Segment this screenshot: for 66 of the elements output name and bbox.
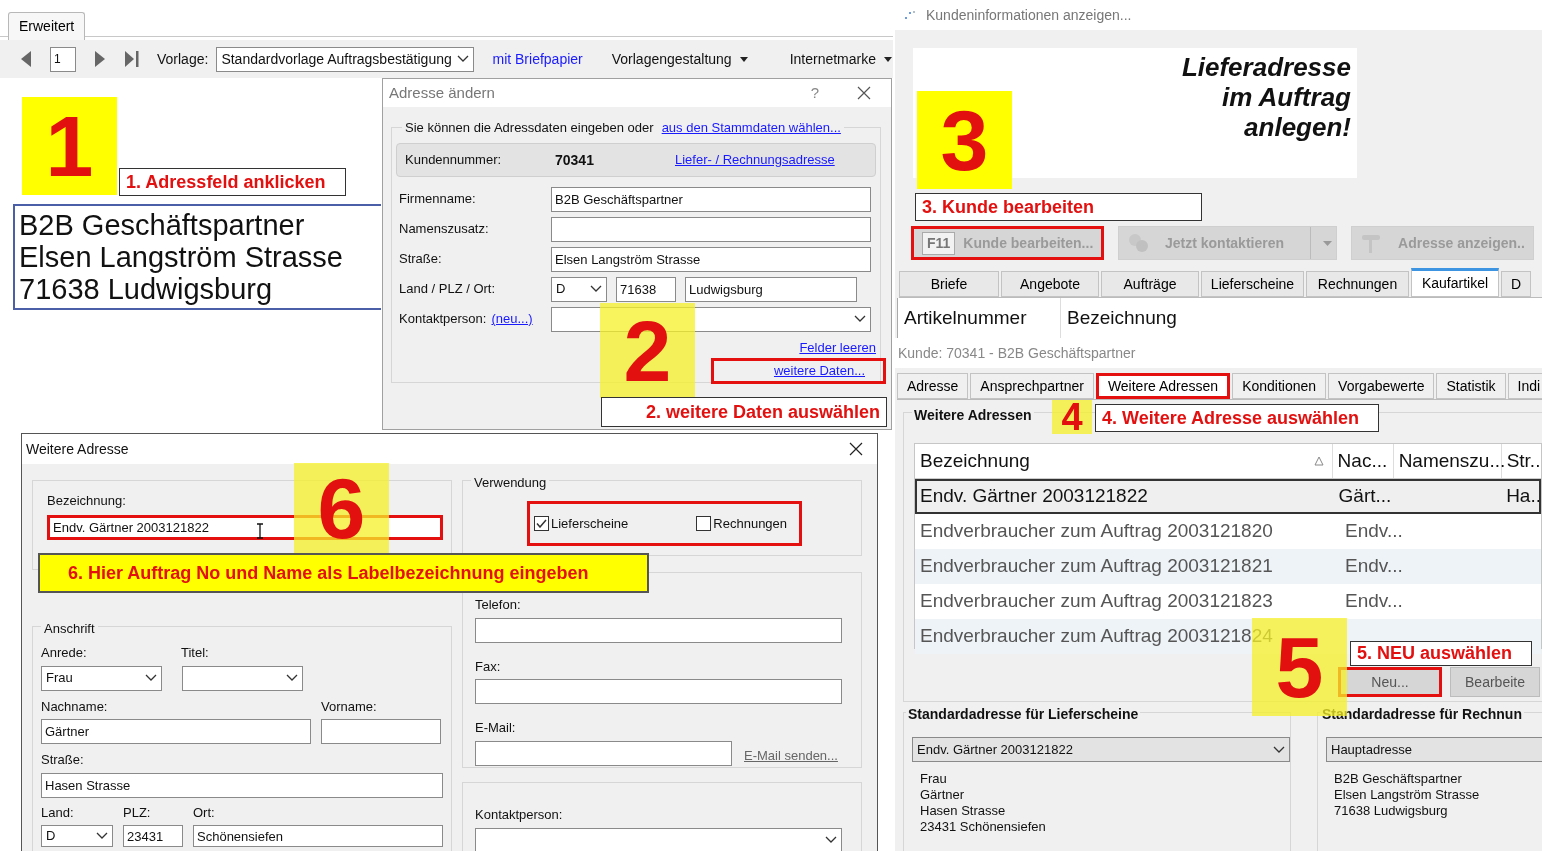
field-label: Telefon:: [475, 596, 522, 614]
intro-text: Sie können die Adressdaten eingeben oder: [405, 119, 654, 137]
step-number-overlay: 1: [22, 97, 117, 195]
field-label: Ort:: [193, 803, 216, 822]
checkbox-label: Rechnungen: [713, 514, 788, 533]
field-label: Kontaktperson:: [399, 310, 487, 329]
callout-label: 6. Hier Auftrag No und Name als Labelbezeichnung eingeben: [38, 553, 649, 593]
field-label: Land / PLZ / Ort:: [399, 280, 497, 299]
dialog-title: Weitere Adresse: [26, 439, 129, 459]
address-line: 71638 Ludwigsburg: [1334, 803, 1449, 819]
address-line: 71638 Ludwigsburg: [19, 273, 274, 305]
table-cell: Endv...: [1345, 520, 1403, 542]
window-title: Kundeninformationen anzeigen...: [926, 5, 1132, 25]
address-line: Gärtner: [920, 787, 966, 803]
header-label: Str..: [1506, 448, 1541, 473]
address-line: Frau: [920, 771, 948, 787]
callout-label: 3. Kunde bearbeiten: [915, 193, 1202, 221]
table-cell: Endverbraucher zum Auftrag 2003121820: [920, 520, 1273, 542]
customer-number: 70341: [555, 150, 595, 170]
address-line: B2B Geschäftspartner: [19, 209, 306, 241]
callout-label: 1. Adressfeld anklicken: [119, 168, 346, 196]
banner-line: Lieferadresse: [1181, 52, 1351, 82]
table-cell: Endv...: [1345, 555, 1403, 577]
field-label: Nachname:: [41, 697, 109, 716]
table-cell: Endv...: [1345, 590, 1403, 612]
field-label: Vorname:: [321, 697, 378, 716]
table-cell: Endv. Gärtner 2003121822: [920, 485, 1148, 507]
template-label: Vorlage:: [157, 49, 209, 69]
field-label: Namenszusatz:: [399, 220, 490, 239]
field-label: Straße:: [399, 250, 443, 269]
header-label: Namenszu...: [1398, 448, 1506, 473]
address-line: Hasen Strasse: [920, 803, 1007, 819]
dialog-title: Adresse ändern: [389, 82, 495, 103]
field-label: E-Mail:: [475, 719, 517, 737]
field-label: PLZ:: [123, 803, 152, 822]
address-line: Elsen Langström Strasse: [19, 241, 344, 273]
field-label: Straße:: [41, 751, 85, 769]
table-cell: Ha..: [1506, 485, 1541, 507]
callout-label: 4. Weitere Adresse auswählen: [1095, 404, 1379, 432]
field-label: Bezeichnung:: [47, 492, 127, 510]
header-label: Nac...: [1337, 448, 1388, 473]
address-line: 23431 Schönensiefen: [920, 819, 1047, 835]
field-label: Anrede:: [41, 644, 88, 662]
panel-title: Kunde: 70341 - B2B Geschäftspartner: [898, 343, 1136, 363]
callout-label: 2. weitere Daten auswählen: [601, 397, 887, 427]
table-cell: Endverbraucher zum Auftrag 2003121821: [920, 555, 1273, 577]
checkbox-label: Lieferscheine: [551, 514, 629, 533]
banner-line: anlegen!: [1244, 112, 1351, 142]
field-label: Kontaktperson:: [475, 806, 564, 824]
header-label: Bezeichnung: [920, 448, 1030, 473]
field-label: Fax:: [475, 657, 502, 676]
step-number-overlay: 4: [1052, 400, 1092, 434]
column-header: Bezeichnung: [1066, 305, 1177, 330]
customer-number-label: Kundennummer:: [405, 151, 503, 170]
address-line: B2B Geschäftspartner: [1334, 771, 1463, 787]
field-label: Firmenname:: [399, 190, 477, 209]
field-label: Land:: [41, 803, 75, 822]
step-number-overlay: 2: [600, 303, 695, 398]
step-number-overlay: 3: [917, 91, 1012, 189]
callout-label: 5. NEU auswählen: [1350, 641, 1532, 666]
table-cell: Endverbraucher zum Auftrag 2003121823: [920, 590, 1273, 612]
table-cell: Gärt...: [1338, 485, 1392, 507]
field-label: Titel:: [181, 644, 210, 662]
address-line: Elsen Langström Strasse: [1334, 787, 1481, 803]
banner-line: im Auftrag: [1221, 82, 1351, 112]
key-hint: F11: [922, 231, 956, 255]
